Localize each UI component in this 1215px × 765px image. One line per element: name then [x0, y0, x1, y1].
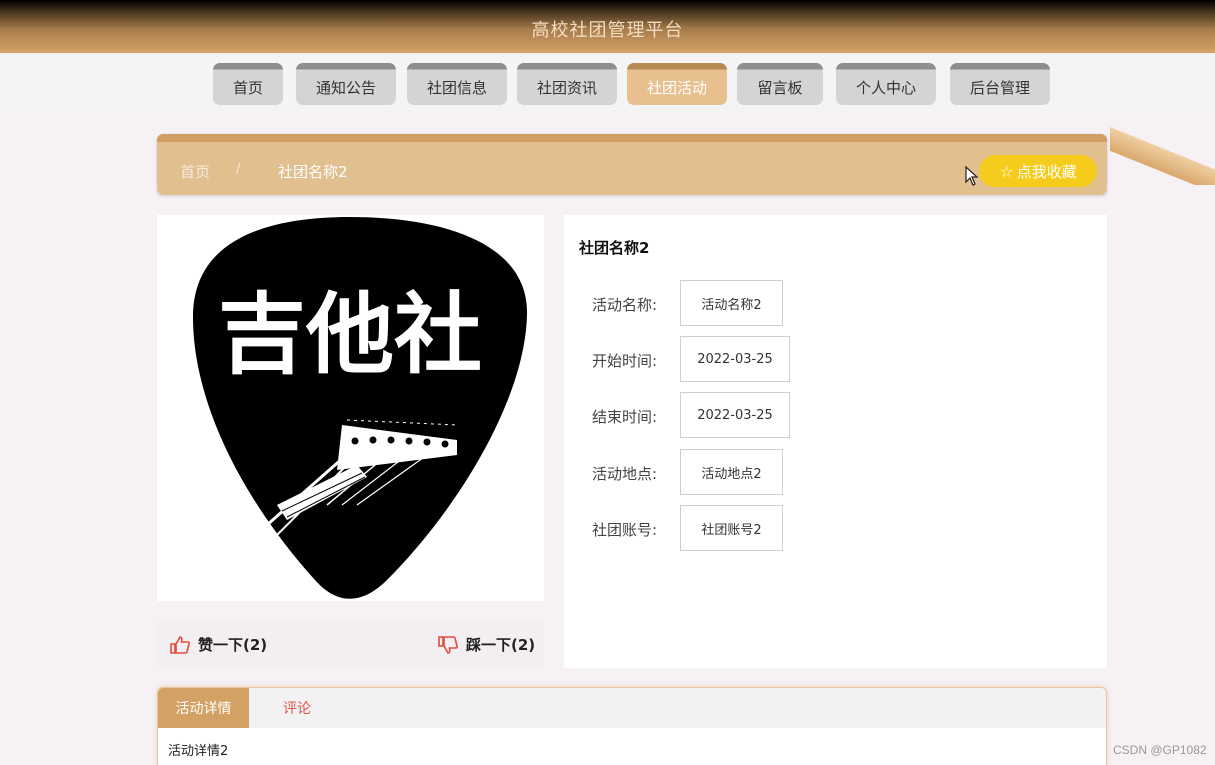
- thumbs-down-icon: [438, 635, 458, 654]
- club-name-title: 社团名称2: [579, 239, 650, 257]
- nav-item-club-activities[interactable]: 社团活动: [627, 63, 727, 105]
- activity-location-value: 活动地点2: [680, 449, 783, 495]
- mouse-cursor-icon: [965, 166, 979, 186]
- favorite-label: 点我收藏: [1016, 162, 1077, 181]
- dislike-label: 踩一下(2): [466, 636, 536, 654]
- detail-tabs: 活动详情 评论 活动详情2: [157, 687, 1107, 765]
- breadcrumb-home-link[interactable]: 首页: [180, 161, 210, 182]
- like-label: 赞一下(2): [198, 636, 268, 654]
- activity-info-panel: 社团名称2 活动名称: 活动名称2 开始时间: 2022-03-25 结束时间:…: [564, 215, 1107, 668]
- club-account-label: 社团账号:: [592, 521, 658, 539]
- site-header: 高校社团管理平台: [0, 0, 1215, 53]
- tab-content: 活动详情2: [168, 744, 229, 759]
- like-bar: 赞一下(2) 踩一下(2): [157, 620, 544, 668]
- tab-activity-details[interactable]: 活动详情: [158, 688, 249, 728]
- nav-item-personal-center[interactable]: 个人中心: [836, 63, 936, 105]
- activity-location-label: 活动地点:: [592, 465, 658, 483]
- club-image: 吉他社: [157, 215, 544, 601]
- tabs-header: 活动详情 评论: [158, 688, 1106, 728]
- nav-item-notices[interactable]: 通知公告: [296, 63, 396, 105]
- thumbs-up-icon: [170, 635, 190, 654]
- logo-text: 吉他社: [218, 283, 482, 386]
- watermark: CSDN @GP1082: [1113, 743, 1207, 757]
- nav-item-home[interactable]: 首页: [213, 63, 283, 105]
- like-button[interactable]: 赞一下(2): [170, 634, 267, 655]
- nav-item-message-board[interactable]: 留言板: [737, 63, 823, 105]
- activity-name-value: 活动名称2: [680, 280, 783, 326]
- nav-item-club-news[interactable]: 社团资讯: [517, 63, 617, 105]
- activity-name-label: 活动名称:: [592, 296, 658, 314]
- start-time-label: 开始时间:: [592, 352, 658, 370]
- site-title: 高校社团管理平台: [531, 19, 684, 41]
- favorite-button[interactable]: ☆ 点我收藏: [979, 155, 1097, 187]
- end-time-label: 结束时间:: [592, 408, 658, 426]
- club-account-value: 社团账号2: [680, 505, 783, 551]
- main-nav: 首页 通知公告 社团信息 社团资讯 社团活动 留言板 个人中心 后台管理: [0, 53, 1215, 115]
- breadcrumb: 首页 / 社团名称2 ☆ 点我收藏: [157, 134, 1107, 195]
- star-icon: ☆: [999, 161, 1014, 181]
- start-time-value: 2022-03-25: [680, 336, 790, 382]
- nav-item-club-info[interactable]: 社团信息: [407, 63, 507, 105]
- breadcrumb-current: 社团名称2: [278, 163, 348, 181]
- dislike-button[interactable]: 踩一下(2): [438, 634, 535, 655]
- nav-item-admin[interactable]: 后台管理: [950, 63, 1050, 105]
- guitar-pick-logo: 吉他社: [192, 217, 528, 599]
- breadcrumb-separator: /: [236, 162, 241, 177]
- decorative-stripe: [1110, 115, 1215, 185]
- tab-comments[interactable]: 评论: [249, 688, 345, 728]
- end-time-value: 2022-03-25: [680, 392, 790, 438]
